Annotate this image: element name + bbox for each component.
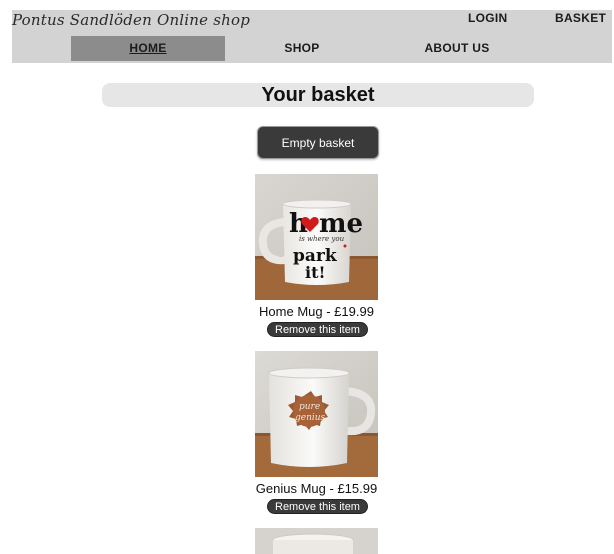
login-link[interactable]: LOGIN [468,11,508,25]
nav-shop[interactable]: SHOP [252,36,352,61]
svg-text:genius: genius [295,413,326,423]
basket-link[interactable]: BASKET [555,11,606,25]
product-image-home-mug: h me is where you park it! [255,174,378,300]
item-caption-genius-mug: Genius Mug - £15.99 [255,481,378,496]
brand-logo[interactable]: Pontus Sandlöden Online shop [12,11,250,29]
svg-text:it!: it! [305,263,326,282]
empty-basket-button[interactable]: Empty basket [257,126,379,159]
page-title: Your basket [102,83,534,107]
product-image-genius-mug: pure genius [255,351,378,477]
nav-home[interactable]: HOME [71,36,225,61]
site-header: Pontus Sandlöden Online shop LOGIN BASKE… [12,10,612,63]
product-image-partial [255,528,378,554]
svg-text:pure: pure [299,402,320,412]
remove-item-button[interactable]: Remove this item [267,499,368,514]
item-caption-home-mug: Home Mug - £19.99 [259,304,374,319]
svg-text:is where you: is where you [299,235,345,243]
nav-about-us[interactable]: ABOUT US [407,36,507,61]
remove-item-button[interactable]: Remove this item [267,322,368,337]
